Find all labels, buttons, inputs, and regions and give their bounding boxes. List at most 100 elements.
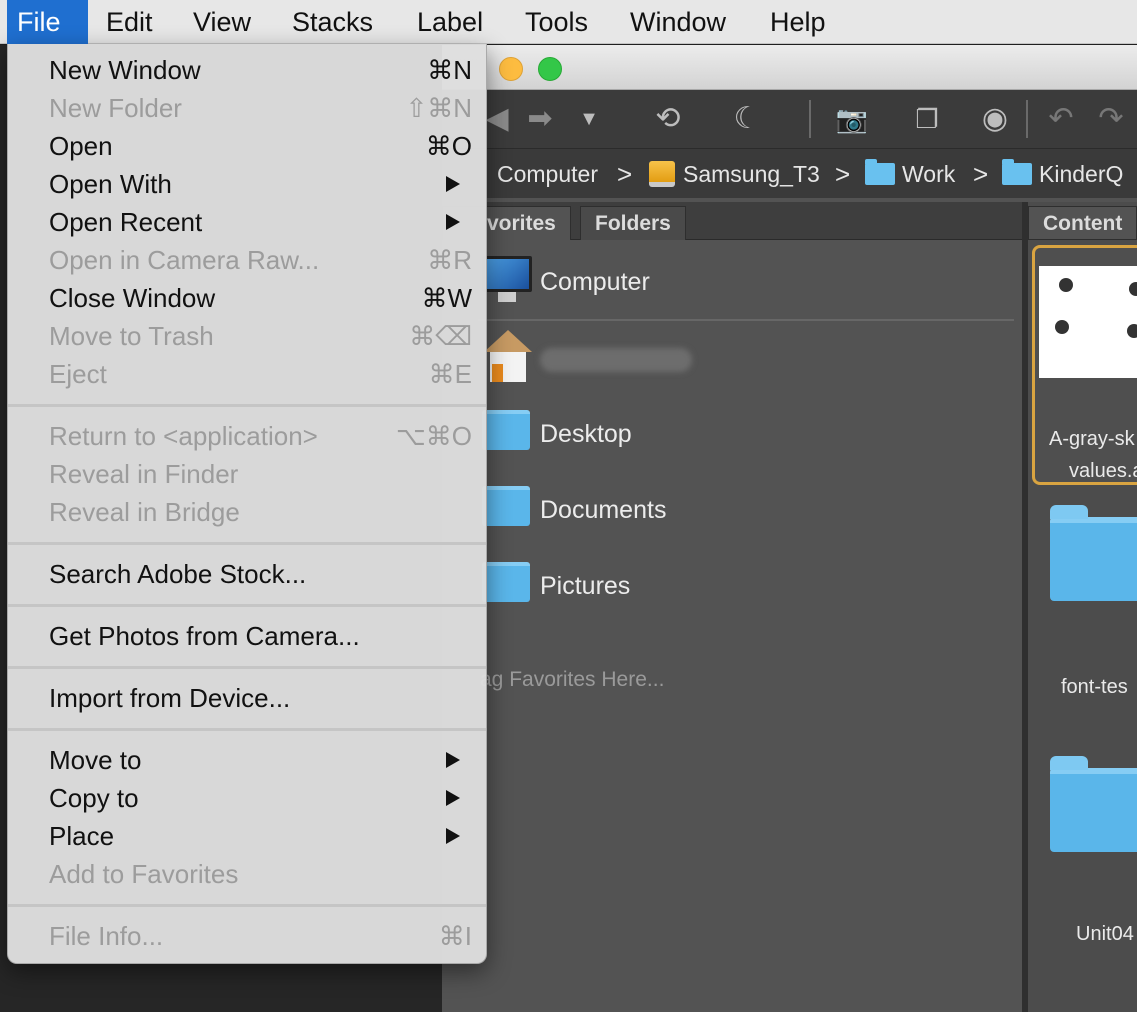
menuitem-label: Move to Trash: [49, 321, 214, 351]
menuitem-reveal-in-finder[interactable]: Reveal in Finder: [8, 455, 486, 493]
menu-separator: [8, 542, 486, 545]
menu-label[interactable]: Label: [407, 0, 493, 44]
drag-favorites-hint: ag Favorites Here...: [480, 668, 665, 691]
boomerang-icon[interactable]: ☾: [732, 90, 762, 148]
favorite-home[interactable]: [442, 328, 1022, 388]
face-mark: [1127, 324, 1137, 338]
open-camera-raw-icon[interactable]: ◉: [977, 90, 1013, 148]
drive-icon: [649, 161, 675, 187]
menuitem-open-recent[interactable]: Open Recent: [8, 203, 486, 241]
favorite-label: Pictures: [540, 572, 631, 600]
crumb-computer[interactable]: Computer: [497, 149, 598, 199]
menuitem-reveal-in-bridge[interactable]: Reveal in Bridge: [8, 493, 486, 531]
favorite-computer[interactable]: Computer: [442, 252, 1022, 312]
file-menu: New Window ⌘N New Folder ⇧⌘N Open ⌘O Ope…: [7, 44, 487, 964]
thumbnail-name: A-gray-sk: [1049, 428, 1135, 450]
recent-clock-icon[interactable]: ⟲: [638, 90, 698, 148]
menu-separator: [8, 604, 486, 607]
menu-file[interactable]: File: [7, 0, 88, 44]
menuitem-new-window[interactable]: New Window ⌘N: [8, 51, 486, 89]
menuitem-import-from-device[interactable]: Import from Device...: [8, 679, 486, 717]
menuitem-search-adobe-stock[interactable]: Search Adobe Stock...: [8, 555, 486, 593]
menuitem-eject[interactable]: Eject ⌘E: [8, 355, 486, 393]
documents-folder-icon: [482, 486, 530, 526]
menuitem-label: Return to <application>: [49, 421, 318, 451]
folder-icon: [1002, 159, 1032, 185]
submenu-arrow-icon: [446, 790, 460, 806]
menuitem-label: Open With: [49, 169, 172, 199]
thumbnail-selected[interactable]: A-gray-sk values.a: [1032, 245, 1137, 485]
menu-separator: [8, 666, 486, 669]
face-mark: [1055, 320, 1069, 334]
menuitem-shortcut: ⌘R: [427, 245, 472, 275]
menuitem-shortcut: ⌥⌘O: [395, 421, 472, 451]
favorite-pictures[interactable]: Pictures: [442, 556, 1022, 616]
thumbnail-name: values.a: [1069, 460, 1137, 482]
menu-view[interactable]: View: [183, 0, 261, 44]
dropdown-icon[interactable]: ▼: [574, 90, 604, 148]
menu-edit[interactable]: Edit: [96, 0, 163, 44]
menuitem-add-to-favorites[interactable]: Add to Favorites: [8, 855, 486, 893]
rotate-right-icon[interactable]: ↷: [1094, 90, 1128, 148]
menu-help[interactable]: Help: [760, 0, 836, 44]
chevron-right-icon: >: [617, 159, 633, 189]
menuitem-shortcut: ⇧⌘N: [405, 93, 472, 123]
tab-content[interactable]: Content: [1028, 206, 1137, 240]
menuitem-move-to[interactable]: Move to: [8, 741, 486, 779]
crumb-work[interactable]: Work: [902, 149, 955, 199]
crumb-kinderq[interactable]: KinderQ: [1039, 149, 1123, 199]
minimize-button[interactable]: [499, 57, 523, 81]
menuitem-label: Move to: [49, 745, 142, 775]
zoom-button[interactable]: [538, 57, 562, 81]
menuitem-shortcut: ⌘⌫: [409, 321, 472, 351]
menuitem-label: Import from Device...: [49, 683, 291, 713]
menuitem-label: Reveal in Finder: [49, 459, 239, 489]
folder-name: Unit04: [1076, 923, 1134, 945]
menuitem-label: File Info...: [49, 921, 164, 951]
favorite-label: Computer: [540, 268, 650, 296]
submenu-arrow-icon: [446, 176, 460, 192]
toolbar: ◀ ➡ ▼ ⟲ ☾ 📷 ❐ ◉ ↶ ↷: [442, 90, 1137, 148]
menuitem-move-to-trash[interactable]: Move to Trash ⌘⌫: [8, 317, 486, 355]
folder-icon[interactable]: [1050, 505, 1137, 601]
folder-icon[interactable]: [1050, 756, 1137, 852]
camera-download-icon[interactable]: 📷: [830, 90, 874, 148]
menu-stacks[interactable]: Stacks: [282, 0, 383, 44]
menuitem-label: New Window: [49, 55, 201, 85]
crumb-samsung-t3[interactable]: Samsung_T3: [683, 149, 820, 199]
menuitem-label: Add to Favorites: [49, 859, 239, 889]
path-bar: Computer > Samsung_T3 > Work > KinderQ: [442, 148, 1137, 198]
favorite-documents[interactable]: Documents: [442, 480, 1022, 540]
forward-arrow-icon[interactable]: ➡: [520, 90, 560, 148]
menuitem-close-window[interactable]: Close Window ⌘W: [8, 279, 486, 317]
menuitem-return-to-application[interactable]: Return to <application> ⌥⌘O: [8, 417, 486, 455]
favorite-label: Desktop: [540, 420, 632, 448]
bridge-window: ◀ ➡ ▼ ⟲ ☾ 📷 ❐ ◉ ↶ ↷ Computer > Samsung_T…: [442, 45, 1137, 1012]
menuitem-open-in-camera-raw[interactable]: Open in Camera Raw... ⌘R: [8, 241, 486, 279]
thumbnail-image: [1039, 266, 1137, 378]
menuitem-copy-to[interactable]: Copy to: [8, 779, 486, 817]
rotate-left-icon[interactable]: ↶: [1044, 90, 1078, 148]
menuitem-open[interactable]: Open ⌘O: [8, 127, 486, 165]
menu-tools[interactable]: Tools: [515, 0, 598, 44]
submenu-arrow-icon: [446, 752, 460, 768]
menuitem-file-info[interactable]: File Info... ⌘I: [8, 917, 486, 955]
menu-window[interactable]: Window: [620, 0, 736, 44]
submenu-arrow-icon: [446, 214, 460, 230]
menuitem-label: Copy to: [49, 783, 139, 813]
refine-icon[interactable]: ❐: [897, 90, 957, 148]
tab-folders[interactable]: Folders: [580, 206, 686, 240]
menuitem-open-with[interactable]: Open With: [8, 165, 486, 203]
menuitem-place[interactable]: Place: [8, 817, 486, 855]
menuitem-shortcut: ⌘I: [438, 921, 472, 951]
menuitem-label: Open: [49, 131, 113, 161]
blurred-username: [540, 348, 692, 372]
menuitem-label: Place: [49, 821, 115, 851]
favorite-desktop[interactable]: Desktop: [442, 404, 1022, 464]
menu-separator: [8, 728, 486, 731]
menuitem-new-folder[interactable]: New Folder ⇧⌘N: [8, 89, 486, 127]
menuitem-get-photos-from-camera[interactable]: Get Photos from Camera...: [8, 617, 486, 655]
menuitem-label: Open Recent: [49, 207, 203, 237]
face-mark: [1129, 282, 1137, 296]
menuitem-label: New Folder: [49, 93, 182, 123]
